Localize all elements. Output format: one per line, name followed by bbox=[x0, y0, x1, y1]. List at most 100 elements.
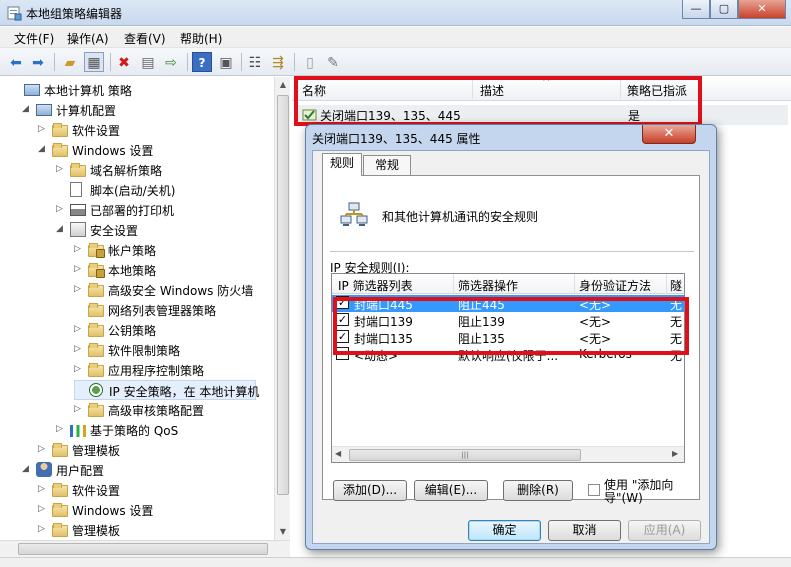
folder-icon bbox=[52, 503, 68, 517]
tab-general[interactable]: 常规 bbox=[363, 155, 411, 176]
expand-arrow-icon[interactable]: ▷ bbox=[74, 284, 84, 294]
expand-arrow-icon[interactable]: ▷ bbox=[56, 424, 66, 434]
cancel-button[interactable]: 取消 bbox=[548, 520, 621, 541]
add-rule-button[interactable]: 添加(D)... bbox=[333, 480, 407, 501]
expand-arrow-icon[interactable]: ▷ bbox=[56, 204, 66, 214]
column-separator[interactable] bbox=[666, 274, 667, 294]
expand-arrow-icon[interactable]: ▷ bbox=[56, 164, 66, 174]
forward-arrow-icon[interactable]: ➡ bbox=[28, 52, 48, 72]
minimize-button[interactable]: — bbox=[682, 0, 710, 19]
collapse-arrow-icon[interactable]: ◢ bbox=[22, 104, 32, 114]
expand-arrow-icon[interactable]: ▷ bbox=[74, 324, 84, 334]
toolbar: ⬅ ➡ ▰ ▦ ✖ ▤ ⇨ ? ▣ ☷ ⇶ ▯ ✎ bbox=[0, 48, 791, 76]
expand-arrow-icon[interactable]: ▷ bbox=[38, 484, 48, 494]
tree-item-label: IP 安全策略，在 本地计算机 bbox=[109, 385, 260, 399]
menu-view[interactable]: 查看(V) bbox=[124, 30, 166, 47]
tree-item-label: 应用程序控制策略 bbox=[108, 364, 205, 378]
scroll-down-arrow-icon[interactable]: ▼ bbox=[275, 524, 291, 540]
tree-vertical-scrollbar[interactable]: ▲ ▼ bbox=[274, 77, 290, 540]
expand-arrow-icon[interactable]: ▷ bbox=[74, 344, 84, 354]
close-button[interactable]: ✕ bbox=[738, 0, 786, 19]
qos-chart-icon bbox=[70, 425, 86, 437]
dialog-title: 关闭端口139、135、445 属性 bbox=[312, 132, 481, 146]
manage-filters-icon[interactable]: ▯ bbox=[300, 52, 320, 72]
delete-icon[interactable]: ✖ bbox=[114, 52, 134, 72]
edit-icon[interactable]: ✎ bbox=[323, 52, 343, 72]
folder-icon bbox=[88, 343, 104, 357]
expand-arrow-icon[interactable]: ▷ bbox=[74, 264, 84, 274]
properties-dialog[interactable]: 关闭端口139、135、445 属性 ✕ 规则 常规 和其他计算机通讯的安全规则… bbox=[305, 124, 717, 550]
lock-folder-icon bbox=[88, 263, 105, 278]
folder-icon bbox=[88, 323, 104, 337]
show-tree-icon[interactable]: ▦ bbox=[84, 52, 104, 72]
collapse-arrow-icon[interactable]: ◢ bbox=[22, 464, 32, 474]
folder-icon bbox=[52, 143, 68, 157]
scroll-thumb[interactable]: ||| bbox=[349, 449, 581, 461]
toolbar-separator bbox=[187, 53, 188, 71]
scroll-left-arrow-icon[interactable]: ◀ bbox=[335, 449, 341, 458]
help-icon[interactable]: ? bbox=[192, 52, 212, 72]
scroll-up-arrow-icon[interactable]: ▲ bbox=[275, 77, 291, 93]
title-bar[interactable]: 本地组策略编辑器 — ▢ ✕ bbox=[0, 0, 791, 26]
tab-rules[interactable]: 规则 bbox=[322, 153, 362, 176]
apply-button[interactable]: 应用(A) bbox=[628, 520, 701, 541]
folder-icon bbox=[52, 443, 68, 457]
collapse-arrow-icon[interactable]: ◢ bbox=[56, 224, 66, 234]
column-auth-method[interactable]: 身份验证方法 bbox=[579, 277, 651, 294]
properties-icon[interactable]: ▤ bbox=[138, 52, 158, 72]
folder-icon bbox=[88, 363, 104, 377]
up-folder-icon[interactable]: ▰ bbox=[60, 52, 80, 72]
dialog-close-button[interactable]: ✕ bbox=[642, 125, 696, 144]
use-wizard-checkbox[interactable] bbox=[588, 484, 600, 496]
rules-horizontal-scrollbar[interactable]: ◀ ||| ▶ bbox=[332, 446, 684, 462]
scroll-thumb[interactable] bbox=[18, 543, 268, 555]
folder-icon bbox=[52, 123, 68, 137]
back-arrow-icon[interactable]: ⬅ bbox=[6, 52, 26, 72]
maximize-button[interactable]: ▢ bbox=[710, 0, 738, 19]
column-filter-action[interactable]: 筛选器操作 bbox=[458, 277, 518, 294]
ok-button[interactable]: 确定 bbox=[468, 520, 541, 541]
export-icon[interactable]: ⇨ bbox=[161, 52, 181, 72]
tree-horizontal-scrollbar[interactable] bbox=[0, 540, 290, 557]
column-separator[interactable] bbox=[574, 274, 575, 294]
security-icon bbox=[70, 222, 86, 237]
view-icon[interactable]: ▣ bbox=[216, 52, 236, 72]
edit-rule-button[interactable]: 编辑(E)... bbox=[414, 480, 488, 501]
expand-arrow-icon[interactable]: ▷ bbox=[74, 404, 84, 414]
tree-item-label: 本地计算机 策略 bbox=[44, 84, 132, 98]
menu-help[interactable]: 帮助(H) bbox=[180, 30, 222, 47]
remove-rule-button[interactable]: 删除(R) bbox=[503, 480, 573, 501]
toolbar-separator bbox=[110, 53, 111, 71]
expand-arrow-icon[interactable]: ▷ bbox=[38, 444, 48, 454]
toolbar-separator bbox=[241, 53, 242, 71]
folder-icon bbox=[52, 523, 68, 537]
use-wizard-label[interactable]: 使用 "添加向导"(W) bbox=[604, 479, 684, 505]
ip-security-icon bbox=[89, 383, 103, 397]
scroll-right-arrow-icon[interactable]: ▶ bbox=[672, 449, 678, 458]
toolbar-separator bbox=[294, 53, 295, 71]
column-separator[interactable] bbox=[453, 274, 454, 294]
expand-arrow-icon[interactable]: ▷ bbox=[38, 124, 48, 134]
tree-item-label: Windows 设置 bbox=[72, 504, 154, 518]
tree-item[interactable]: IP 安全策略，在 本地计算机 bbox=[74, 380, 260, 400]
menu-action[interactable]: 操作(A) bbox=[67, 30, 109, 47]
create-policy-icon[interactable]: ☷ bbox=[245, 52, 265, 72]
menu-file[interactable]: 文件(F) bbox=[14, 30, 54, 47]
expand-arrow-icon[interactable]: ▷ bbox=[38, 504, 48, 514]
column-filter-list[interactable]: IP 筛选器列表 bbox=[338, 277, 413, 294]
rules-list-header: IP 筛选器列表 筛选器操作 身份验证方法 隧 bbox=[332, 274, 684, 294]
user-icon bbox=[36, 462, 52, 477]
assign-icon[interactable]: ⇶ bbox=[268, 52, 288, 72]
console-tree[interactable]: 本地计算机 策略 ◢ 计算机配置 ▷ 软件设置 ◢ Windows 设置 ▷ 域名解析策略 脚本(… bbox=[0, 77, 290, 540]
script-icon bbox=[70, 182, 82, 197]
lock-folder-icon bbox=[88, 243, 105, 258]
scroll-thumb[interactable] bbox=[277, 95, 289, 495]
column-tunnel[interactable]: 隧 bbox=[670, 277, 682, 294]
expand-arrow-icon[interactable]: ▷ bbox=[38, 524, 48, 534]
folder-icon bbox=[52, 483, 68, 497]
tree-item-label: 管理模板 bbox=[72, 444, 121, 458]
tree-item-label: 域名解析策略 bbox=[90, 164, 163, 178]
expand-arrow-icon[interactable]: ▷ bbox=[74, 364, 84, 374]
collapse-arrow-icon[interactable]: ◢ bbox=[38, 144, 48, 154]
expand-arrow-icon[interactable]: ▷ bbox=[74, 244, 84, 254]
